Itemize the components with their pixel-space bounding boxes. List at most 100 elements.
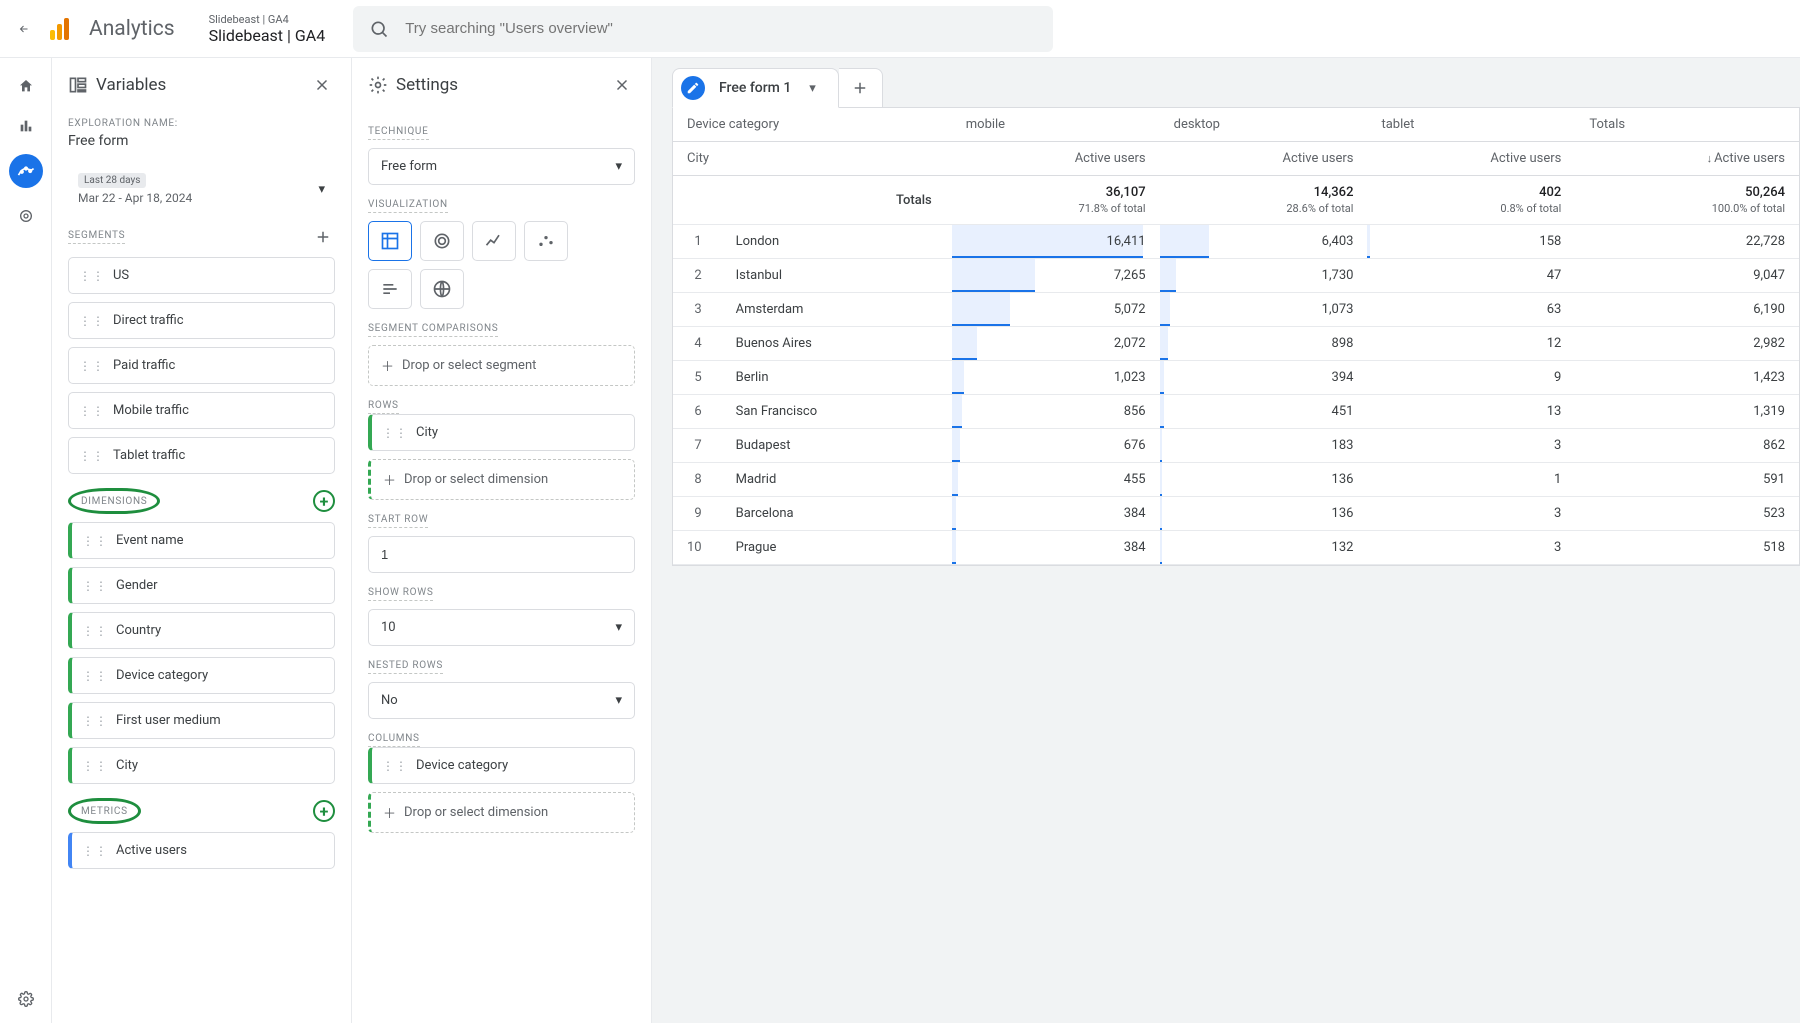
chip-item[interactable]: ⋮⋮US xyxy=(68,257,335,294)
viz-line-button[interactable] xyxy=(472,221,516,261)
row-total: 1,423 xyxy=(1575,361,1799,395)
table-row[interactable]: 9Barcelona3841363523 xyxy=(673,497,1799,531)
chip-item[interactable]: ⋮⋮ First user medium xyxy=(68,702,335,739)
table-row[interactable]: 4Buenos Aires2,072898122,982 xyxy=(673,327,1799,361)
nested-rows-select[interactable]: No ▾ xyxy=(368,682,635,719)
header-metric-desktop[interactable]: Active users xyxy=(1160,142,1368,176)
row-city: Amsterdam xyxy=(722,293,952,327)
viz-bar-button[interactable] xyxy=(368,269,412,309)
row-city: San Francisco xyxy=(722,395,952,429)
row-total: 518 xyxy=(1575,531,1799,565)
nav-advertising-icon[interactable] xyxy=(14,204,38,228)
close-settings-button[interactable] xyxy=(609,72,635,98)
chip-item[interactable]: ⋮⋮Mobile traffic xyxy=(68,392,335,429)
header-sort[interactable]: ↓Active users xyxy=(1575,142,1799,176)
row-desktop: 183 xyxy=(1160,429,1368,463)
tab-freeform-1[interactable]: Free form 1 ▾ xyxy=(672,68,839,108)
table-row[interactable]: 1London16,4116,40315822,728 xyxy=(673,225,1799,259)
grip-icon: ⋮⋮ xyxy=(82,847,108,855)
row-total: 9,047 xyxy=(1575,259,1799,293)
header-metric-tablet[interactable]: Active users xyxy=(1367,142,1575,176)
chip-item[interactable]: ⋮⋮Tablet traffic xyxy=(68,437,335,474)
table-row[interactable]: 2Istanbul7,2651,730479,047 xyxy=(673,259,1799,293)
nav-explore-icon[interactable] xyxy=(9,154,43,188)
row-total: 2,982 xyxy=(1575,327,1799,361)
row-chip-city[interactable]: ⋮⋮ City xyxy=(368,414,635,451)
start-row-input[interactable] xyxy=(368,536,635,573)
viz-geo-button[interactable] xyxy=(420,269,464,309)
chip-label: First user medium xyxy=(116,713,221,728)
nav-reports-icon[interactable] xyxy=(14,114,38,138)
chip-item[interactable]: ⋮⋮Direct traffic xyxy=(68,302,335,339)
date-range-picker[interactable]: Last 28 days Mar 22 - Apr 18, 2024 ▾ xyxy=(68,167,335,211)
back-button[interactable] xyxy=(12,17,36,41)
row-drop-zone[interactable]: ＋ Drop or select dimension xyxy=(368,459,635,500)
row-tablet: 3 xyxy=(1367,497,1575,531)
search-input[interactable] xyxy=(405,20,1037,37)
table-row[interactable]: 7Budapest6761833862 xyxy=(673,429,1799,463)
viz-donut-button[interactable] xyxy=(420,221,464,261)
chip-item[interactable]: ⋮⋮Country xyxy=(68,612,335,649)
row-desktop: 898 xyxy=(1160,327,1368,361)
technique-select[interactable]: Free form ▾ xyxy=(368,148,635,185)
row-mobile: 455 xyxy=(952,463,1160,497)
global-search[interactable] xyxy=(353,6,1053,52)
grip-icon: ⋮⋮ xyxy=(82,717,108,725)
viz-table-button[interactable] xyxy=(368,221,412,261)
date-range-value: Mar 22 - Apr 18, 2024 xyxy=(78,191,192,205)
column-drop-label: Drop or select dimension xyxy=(404,805,548,820)
row-city: Barcelona xyxy=(722,497,952,531)
add-tab-button[interactable] xyxy=(839,68,883,108)
exploration-name[interactable]: Free form xyxy=(68,133,335,149)
grip-icon: ⋮⋮ xyxy=(82,672,108,680)
viz-scatter-button[interactable] xyxy=(524,221,568,261)
exploration-table: Device category mobile desktop tablet To… xyxy=(673,108,1799,565)
chip-item[interactable]: ⋮⋮Event name xyxy=(68,522,335,559)
table-row[interactable]: 3Amsterdam5,0721,073636,190 xyxy=(673,293,1799,327)
header-mobile[interactable]: mobile xyxy=(952,108,1160,142)
add-dimension-button[interactable]: + xyxy=(313,490,335,512)
column-drop-zone[interactable]: ＋ Drop or select dimension xyxy=(368,792,635,833)
column-chip-device[interactable]: ⋮⋮ Device category xyxy=(368,747,635,784)
plus-icon: ＋ xyxy=(383,470,396,489)
nav-home-icon[interactable] xyxy=(14,74,38,98)
chip-item[interactable]: ⋮⋮Gender xyxy=(68,567,335,604)
close-variables-button[interactable] xyxy=(309,72,335,98)
row-desktop: 136 xyxy=(1160,497,1368,531)
chip-label: Paid traffic xyxy=(113,358,175,373)
table-row[interactable]: 8Madrid4551361591 xyxy=(673,463,1799,497)
add-metric-button[interactable]: + xyxy=(313,800,335,822)
row-tablet: 47 xyxy=(1367,259,1575,293)
breadcrumb[interactable]: Slidebeast | GA4 Slidebeast | GA4 xyxy=(209,13,326,45)
header-metric-mobile[interactable]: Active users xyxy=(952,142,1160,176)
table-row[interactable]: 5Berlin1,02339491,423 xyxy=(673,361,1799,395)
row-mobile: 2,072 xyxy=(952,327,1160,361)
chip-item[interactable]: ⋮⋮Active users xyxy=(68,832,335,869)
header-city[interactable]: City xyxy=(673,142,952,176)
plus-icon: ＋ xyxy=(383,803,396,822)
show-rows-select[interactable]: 10 ▾ xyxy=(368,609,635,646)
segments-section-label: SEGMENTS xyxy=(68,230,125,244)
row-mobile: 5,072 xyxy=(952,293,1160,327)
chevron-down-icon: ▾ xyxy=(615,693,622,708)
table-row[interactable]: 6San Francisco856451131,319 xyxy=(673,395,1799,429)
chip-item[interactable]: ⋮⋮City xyxy=(68,747,335,784)
show-rows-value: 10 xyxy=(381,620,396,635)
tab-menu-button[interactable]: ▾ xyxy=(805,77,820,100)
header-desktop[interactable]: desktop xyxy=(1160,108,1368,142)
totals-label: Totals xyxy=(673,176,952,225)
header-device-category[interactable]: Device category xyxy=(673,108,952,142)
table-row[interactable]: 10Prague3841323518 xyxy=(673,531,1799,565)
add-segment-button[interactable] xyxy=(311,225,335,249)
header-totals[interactable]: Totals xyxy=(1575,108,1799,142)
row-city: Berlin xyxy=(722,361,952,395)
row-index: 5 xyxy=(673,361,722,395)
row-mobile: 384 xyxy=(952,531,1160,565)
segment-drop-zone[interactable]: ＋ Drop or select segment xyxy=(368,345,635,386)
chip-item[interactable]: ⋮⋮Paid traffic xyxy=(68,347,335,384)
chip-item[interactable]: ⋮⋮Device category xyxy=(68,657,335,694)
grip-icon: ⋮⋮ xyxy=(82,537,108,545)
header-tablet[interactable]: tablet xyxy=(1367,108,1575,142)
row-index: 6 xyxy=(673,395,722,429)
nav-admin-icon[interactable] xyxy=(14,987,38,1011)
